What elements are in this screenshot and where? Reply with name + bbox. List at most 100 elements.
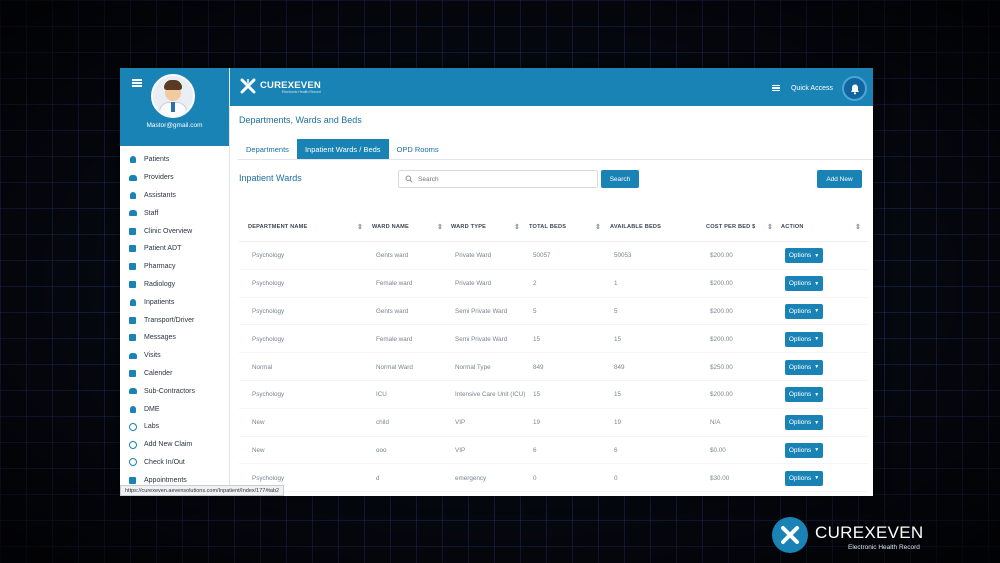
options-dropdown-button[interactable]: Options ▼ [785,470,823,486]
column-header-available-beds[interactable]: AVAILABLE BEDS [610,212,690,242]
action-cell: Options ▼ [785,464,823,492]
sidebar-item-label: Visits [144,352,161,360]
quick-access-menu-icon[interactable] [772,85,780,91]
user-email: Mastor@gmail.com [146,122,203,129]
sidebar-item-transport-driver[interactable]: Transport/Driver [120,311,229,329]
bus-icon [128,316,137,325]
circle-icon [128,458,137,467]
sidebar-nav: Patients Providers Assistants Staff Clinic O… [120,146,229,489]
sidebar-item-sub-contractors[interactable]: Sub-Contractors [120,382,229,400]
search-field[interactable] [398,170,598,188]
sidebar-item-messages[interactable]: Messages [120,329,229,347]
sidebar-item-radiology[interactable]: Radiology [120,276,229,294]
options-dropdown-button[interactable]: Options ▼ [785,303,823,319]
table-cell: Gents ward [376,307,409,315]
table-row: New ooo VIP 6 6 $0.00 Options ▼ [239,437,869,465]
options-dropdown-button[interactable]: Options ▼ [785,276,823,292]
page-title: Departments, Wards and Beds [239,115,362,125]
column-header-action[interactable]: ACTION [781,212,841,242]
action-cell: Options ▼ [785,353,823,381]
sidebar-item-patient-adt[interactable]: Patient ADT [120,240,229,258]
search-button[interactable]: Search [601,170,639,188]
options-label: Options [788,419,812,427]
tab-departments[interactable]: Departments [238,139,297,159]
options-dropdown-button[interactable]: Options ▼ [785,415,823,431]
column-header-ward-name[interactable]: WARD NAME [372,212,432,242]
sort-icon[interactable]: ⇕ [514,223,520,231]
sidebar-item-pharmacy[interactable]: Pharmacy [120,258,229,276]
action-cell: Options ▼ [785,325,823,353]
options-dropdown-button[interactable]: Options ▼ [785,387,823,403]
column-header-label: ACTION [781,224,804,230]
sidebar-item-assistants[interactable]: Assistants [120,187,229,205]
search-input[interactable] [418,175,588,183]
calendar-icon [128,476,137,485]
sort-icon[interactable]: ⇕ [437,223,443,231]
column-header-label: COST PER BED $ [706,224,756,230]
action-cell: Options ▼ [785,437,823,465]
caret-down-icon: ▼ [814,419,820,426]
tab-opd-rooms[interactable]: OPD Rooms [389,139,447,159]
curexeven-logo-icon[interactable] [240,78,256,94]
sidebar-item-patients[interactable]: Patients [120,151,229,169]
options-dropdown-button[interactable]: Options ▼ [785,442,823,458]
sort-icon[interactable]: ⇕ [595,223,601,231]
circle-icon [128,440,137,449]
logo-subtitle: Electronic Health Record [282,90,321,94]
sidebar-item-label: Patients [144,156,170,164]
sidebar-item-add-new-claim[interactable]: Add New Claim [120,436,229,454]
table-cell: Normal Type [455,363,491,371]
table-cell: $200.00 [710,307,733,315]
table-cell: 5 [614,307,618,315]
sidebar-item-label: Patient ADT [144,245,182,253]
main-content: Departments, Wards and Beds Departments … [230,106,873,496]
sidebar-item-dme[interactable]: DME [120,400,229,418]
column-header-ward-type[interactable]: WARD TYPE [451,212,511,242]
hamburger-menu-icon[interactable] [132,79,142,87]
status-bar-url: https://curexeven.aevensolutions.com/Inp… [120,485,285,496]
sidebar-item-clinic-overview[interactable]: Clinic Overview [120,222,229,240]
column-header-cost-per-bed[interactable]: COST PER BED $ [706,212,762,242]
sort-icon[interactable]: ⇕ [767,223,773,231]
radiology-icon [128,280,137,289]
table-cell: Psychology [252,252,285,260]
sidebar-header: Mastor@gmail.com [120,68,229,146]
sidebar-item-visits[interactable]: Visits [120,347,229,365]
sidebar-item-staff[interactable]: Staff [120,204,229,222]
table-cell: 849 [533,363,544,371]
notification-bell-button[interactable] [842,76,867,101]
table-cell: Psychology [252,391,285,399]
table-cell: 50053 [614,252,632,260]
sidebar-item-check-in-out[interactable]: Check In/Out [120,454,229,472]
column-header-total-beds[interactable]: TOTAL BEDS [529,212,589,242]
sort-icon[interactable]: ⇕ [357,223,363,231]
options-dropdown-button[interactable]: Options ▼ [785,248,823,264]
sidebar-item-labs[interactable]: Labs [120,418,229,436]
top-bar: CUREXEVEN Electronic Health Record Quick… [230,68,873,106]
table-cell: New [252,446,265,454]
sidebar-item-calender[interactable]: Calender [120,365,229,383]
sort-icon[interactable]: ⇕ [855,223,861,231]
caret-down-icon: ▼ [814,364,820,371]
sidebar-item-inpatients[interactable]: Inpatients [120,293,229,311]
options-label: Options [788,363,812,371]
table-cell: 15 [533,391,541,399]
avatar[interactable] [151,74,195,118]
action-cell: Options ▼ [785,409,823,437]
table-cell: Semi Private Ward [455,307,508,315]
sidebar-item-providers[interactable]: Providers [120,169,229,187]
options-label: Options [788,307,812,315]
wheelchair-icon [128,405,137,414]
quick-access-link[interactable]: Quick Access [791,85,833,92]
table-cell: Normal [252,363,273,371]
action-cell: Options ▼ [785,242,823,270]
bell-icon [850,84,859,94]
sidebar-item-label: Transport/Driver [144,316,195,324]
column-header-department[interactable]: DEPARTMENT NAME [248,212,328,242]
options-dropdown-button[interactable]: Options ▼ [785,359,823,375]
add-new-button[interactable]: Add New [817,170,862,188]
options-label: Options [788,252,812,260]
table-cell: ICU [376,391,387,399]
tab-inpatient-wards-beds[interactable]: Inpatient Wards / Beds [296,139,389,159]
options-dropdown-button[interactable]: Options ▼ [785,331,823,347]
